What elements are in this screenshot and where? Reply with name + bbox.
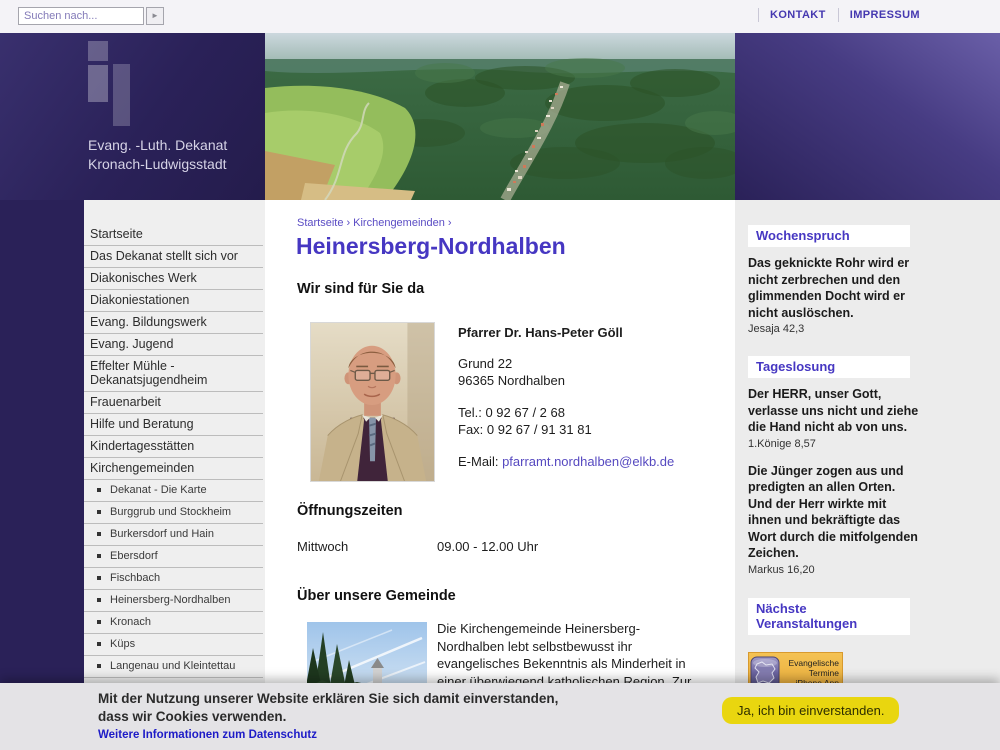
header-aerial-photo [265,33,735,200]
pastor-name: Pfarrer Dr. Hans-Peter Göll [458,324,674,341]
tageslosung-title: Tageslosung [748,356,910,378]
sidebar-item-kindertagesstaetten[interactable]: Kindertagesstätten [84,436,263,458]
breadcrumb-separator: › [445,217,455,229]
breadcrumb: Startseite›Kirchengemeinden› [297,217,455,229]
datenschutz-link[interactable]: Weitere Informationen zum Datenschutz [98,729,317,741]
sidebar-item-diakonisches-werk[interactable]: Diakonisches Werk [84,268,263,290]
search-submit-button[interactable]: ► [146,7,164,25]
tageslosung-source2: Markus 16,20 [748,564,1000,576]
bullet-icon [97,664,101,668]
main-content: Startseite›Kirchengemeinden› Heinersberg… [265,200,735,683]
sidebar-item-jugend[interactable]: Evang. Jugend [84,334,263,356]
breadcrumb-kirchengemeinden[interactable]: Kirchengemeinden [353,217,445,229]
sidebar-navigation: Startseite Das Dekanat stellt sich vor D… [84,224,265,678]
search-input[interactable] [18,7,144,25]
impressum-link[interactable]: IMPRESSUM [838,8,932,22]
veranstaltungen-title: Nächste Veranstaltungen [748,598,910,635]
search-arrow-icon: ► [151,11,159,20]
wochenspruch-title: Wochenspruch [748,225,910,247]
logo-icon [88,41,108,61]
sidebar-subitem-burkersdorf[interactable]: Burkersdorf und Hain [84,524,263,546]
pastor-tel: Tel.: 0 92 67 / 2 68 [458,404,674,421]
bullet-icon [97,554,101,558]
pastor-street: Grund 22 [458,355,674,372]
sidebar-subitem-ebersdorf[interactable]: Ebersdorf [84,546,263,568]
top-bar: ► KONTAKT IMPRESSUM [0,0,1000,33]
pastor-email-row: E-Mail: pfarramt.nordhalben@elkb.de [458,453,674,470]
email-link[interactable]: pfarramt.nordhalben@elkb.de [502,454,674,469]
top-links: KONTAKT IMPRESSUM [758,8,932,22]
section-heading-contact: Wir sind für Sie da [297,281,424,297]
section-heading-about: Über unsere Gemeinde [297,588,456,604]
wochenspruch-text: Das geknickte Rohr wird er nicht zerbrec… [748,255,936,321]
bullet-icon [97,510,101,514]
logo-icon [113,64,130,126]
breadcrumb-startseite[interactable]: Startseite [297,217,343,229]
sidebar-item-startseite[interactable]: Startseite [84,224,263,246]
wochenspruch-source: Jesaja 42,3 [748,323,1000,335]
sidebar-subitem-fischbach[interactable]: Fischbach [84,568,263,590]
page-header: Evang. -Luth. Dekanat Kronach-Ludwigssta… [0,33,1000,200]
bullet-icon [97,532,101,536]
sidebar-item-frauenarbeit[interactable]: Frauenarbeit [84,392,263,414]
cookie-banner: Mit der Nutzung unserer Website erklären… [0,683,1000,750]
section-heading-hours: Öffnungszeiten [297,503,403,519]
sidebar-item-hilfe-beratung[interactable]: Hilfe und Beratung [84,414,263,436]
hours-day: Mittwoch [297,539,348,554]
pastor-contact-block: Pfarrer Dr. Hans-Peter Göll Grund 22 963… [458,324,674,470]
pastor-fax: Fax: 0 92 67 / 91 31 81 [458,421,674,438]
email-label: E-Mail: [458,454,502,469]
page-title: Heinersberg-Nordhalben [296,233,566,260]
pastor-photo [310,322,435,482]
sidebar-item-bildungswerk[interactable]: Evang. Bildungswerk [84,312,263,334]
bullet-icon [97,620,101,624]
bullet-icon [97,598,101,602]
header-logo-area: Evang. -Luth. Dekanat Kronach-Ludwigssta… [0,33,265,200]
right-sidebar: Wochenspruch Das geknickte Rohr wird er … [735,200,1000,683]
sidebar-item-effelter-muehle[interactable]: Effelter Mühle - Dekanatsjugendheim [84,356,263,392]
bullet-icon [97,642,101,646]
opening-hours-row: Mittwoch 09.00 - 12.00 Uhr [297,539,348,554]
bullet-icon [97,488,101,492]
sidebar-item-diakoniestationen[interactable]: Diakoniestationen [84,290,263,312]
hours-time: 09.00 - 12.00 Uhr [437,539,538,554]
tageslosung-verse2: Die Jünger zogen aus und predigten an al… [748,463,936,562]
logo-icon [88,65,108,102]
breadcrumb-separator: › [343,217,353,229]
cookie-accept-button[interactable]: Ja, ich bin einverstanden. [722,697,899,724]
about-text: Die Kirchengemeinde Heinersberg- Nordhal… [437,620,707,690]
sidebar-subitem-kueps[interactable]: Küps [84,634,263,656]
site-name: Evang. -Luth. Dekanat Kronach-Ludwigssta… [88,136,227,174]
header-gradient-panel [735,33,1000,200]
cookie-text: Mit der Nutzung unserer Website erklären… [98,690,558,726]
sidebar-subitem-langenau[interactable]: Langenau und Kleintettau [84,656,263,678]
sidebar-subitem-heinersberg-nordhalben[interactable]: Heinersberg-Nordhalben [84,590,263,612]
tageslosung-verse1: Der HERR, unser Gott, verlasse uns nicht… [748,386,936,436]
bullet-icon [97,576,101,580]
left-dark-column [0,200,84,683]
kontakt-link[interactable]: KONTAKT [758,8,838,22]
sidebar-item-kirchengemeinden[interactable]: Kirchengemeinden [84,458,263,480]
sidebar-subitem-dekanat-karte[interactable]: Dekanat - Die Karte [84,480,263,502]
pastor-city: 96365 Nordhalben [458,372,674,389]
sidebar-item-dekanat[interactable]: Das Dekanat stellt sich vor [84,246,263,268]
tageslosung-source1: 1.Könige 8,57 [748,438,1000,450]
sidebar-subitem-burggrub[interactable]: Burggrub und Stockheim [84,502,263,524]
sidebar-subitem-kronach[interactable]: Kronach [84,612,263,634]
